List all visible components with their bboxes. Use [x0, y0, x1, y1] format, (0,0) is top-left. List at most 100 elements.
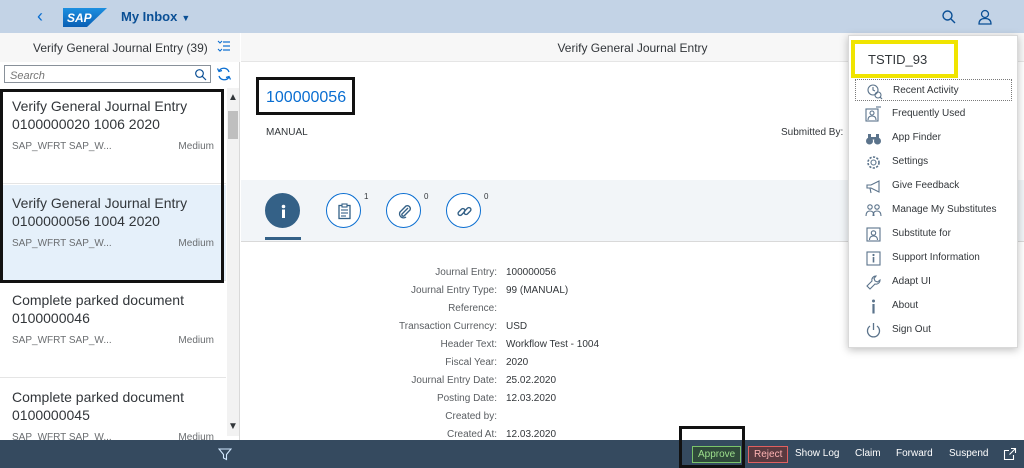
- list-scrollbar[interactable]: ▲ ▼: [227, 88, 239, 436]
- tab-links[interactable]: 0: [446, 192, 488, 228]
- field-label: Posting Date:: [436, 393, 497, 404]
- link-icon: [457, 206, 472, 217]
- user-icon[interactable]: [976, 8, 994, 26]
- master-title: Verify General Journal Entry (39): [33, 41, 208, 55]
- list-item-title: Complete parked document 0100000045: [12, 389, 184, 423]
- highlight-box-user-id: [851, 40, 958, 78]
- scrollbar-thumb[interactable]: [228, 111, 238, 139]
- menu-item-adapt-ui[interactable]: Adapt UI: [855, 271, 1012, 293]
- form-row: Created by:: [241, 408, 1024, 426]
- form-row: Posting Date: 12.03.2020: [241, 390, 1024, 408]
- tab-info[interactable]: [265, 193, 300, 228]
- list-item[interactable]: Complete parked document 0100000046 SAP_…: [0, 282, 226, 378]
- svg-text:SAP: SAP: [67, 11, 93, 25]
- back-button[interactable]: ‹: [30, 7, 50, 27]
- frequently-used-icon: [865, 106, 881, 122]
- suspend-button[interactable]: Suspend: [944, 446, 993, 463]
- refresh-icon[interactable]: [216, 66, 232, 82]
- menu-item-label: Give Feedback: [892, 180, 960, 191]
- field-label: Fiscal Year:: [445, 357, 497, 368]
- list-item-priority: Medium: [178, 335, 214, 346]
- scroll-up-icon[interactable]: ▲: [227, 92, 239, 103]
- field-label: Transaction Currency:: [399, 321, 497, 332]
- tab-notes[interactable]: 1: [326, 192, 368, 228]
- reject-button[interactable]: Reject: [748, 446, 789, 463]
- list-item-priority: Medium: [178, 432, 214, 440]
- attachment-icon: [398, 205, 411, 219]
- field-label: Created by:: [445, 411, 497, 422]
- tab-attachments[interactable]: 0: [386, 192, 428, 228]
- app-title: My Inbox: [121, 9, 178, 24]
- tab-count: 1: [364, 192, 369, 201]
- field-value: 12.03.2020: [506, 429, 557, 440]
- sap-logo[interactable]: SAP: [63, 8, 107, 27]
- highlight-box-list-items: [0, 89, 224, 283]
- megaphone-icon: [866, 180, 880, 194]
- menu-item-sign-out[interactable]: Sign Out: [855, 319, 1012, 341]
- menu-item-label: App Finder: [892, 132, 941, 143]
- about-icon: [872, 299, 875, 314]
- settings-icon: [867, 156, 880, 169]
- app-title-menu[interactable]: My Inbox ▼: [121, 9, 190, 24]
- forward-button[interactable]: Forward: [891, 446, 938, 463]
- recent-activity-icon: [867, 84, 883, 100]
- menu-item-label: Frequently Used: [892, 108, 966, 119]
- sort-icon[interactable]: [217, 40, 231, 54]
- show-log-button[interactable]: Show Log: [790, 446, 844, 463]
- field-label: Reference:: [448, 303, 497, 314]
- field-label: Journal Entry Type:: [411, 285, 497, 296]
- menu-item-label: Sign Out: [892, 324, 931, 335]
- field-label: Journal Entry:: [435, 267, 497, 278]
- substitutes-icon: [865, 204, 882, 217]
- menu-item-label: Adapt UI: [892, 276, 931, 287]
- search-field[interactable]: [4, 65, 211, 83]
- claim-button[interactable]: Claim: [850, 446, 886, 463]
- filter-icon[interactable]: [218, 447, 232, 461]
- field-value: USD: [506, 321, 528, 332]
- menu-item-label: Recent Activity: [893, 85, 959, 96]
- field-value: 99 (MANUAL): [506, 285, 569, 296]
- menu-item-about[interactable]: About: [855, 295, 1012, 317]
- menu-item-substitute-for[interactable]: Substitute for: [855, 223, 1012, 245]
- list-item-subtitle: SAP_WFRT SAP_W...: [12, 432, 112, 440]
- submitted-by-label: Submitted By:: [781, 127, 844, 138]
- form-row: Created At: 12.03.2020: [241, 426, 1024, 440]
- scroll-down-icon[interactable]: ▼: [227, 421, 239, 432]
- field-label: Journal Entry Date:: [411, 375, 497, 386]
- field-value: 2020: [506, 357, 529, 368]
- menu-item-label: Settings: [892, 156, 929, 167]
- menu-item-label: Support Information: [892, 252, 980, 263]
- tab-count: 0: [424, 192, 429, 201]
- menu-item-settings[interactable]: Settings: [855, 151, 1012, 173]
- wrench-icon: [866, 275, 881, 290]
- field-label: Header Text:: [440, 339, 497, 350]
- field-value: Workflow Test - 1004: [506, 339, 600, 350]
- highlight-box-approve: [679, 426, 745, 468]
- shell-bar: ‹ SAP My Inbox ▼: [0, 0, 1024, 33]
- search-icon[interactable]: [194, 68, 207, 81]
- menu-item-frequently-used[interactable]: Frequently Used: [855, 103, 1012, 125]
- tab-count: 0: [484, 192, 489, 201]
- active-tab-indicator: [265, 237, 301, 240]
- info-icon: [281, 204, 286, 218]
- form-row: Fiscal Year: 2020: [241, 354, 1024, 372]
- list-item[interactable]: Complete parked document 0100000045 SAP_…: [0, 379, 226, 440]
- menu-item-manage-substitutes[interactable]: Manage My Substitutes: [855, 199, 1012, 221]
- menu-item-support-information[interactable]: Support Information: [855, 247, 1012, 269]
- footer-toolbar: Approve Reject Show Log Claim Forward Su…: [0, 440, 1024, 468]
- master-header: Verify General Journal Entry (39): [0, 33, 240, 62]
- field-value: 100000056: [506, 267, 557, 278]
- search-input[interactable]: [10, 70, 190, 82]
- field-value: 12.03.2020: [506, 393, 557, 404]
- list-item-title: Complete parked document 0100000046: [12, 292, 184, 326]
- form-row: Journal Entry Date: 25.02.2020: [241, 372, 1024, 390]
- menu-item-app-finder[interactable]: App Finder: [855, 127, 1012, 149]
- menu-item-give-feedback[interactable]: Give Feedback: [855, 175, 1012, 197]
- highlight-box-object-number: [256, 77, 355, 115]
- binoculars-icon: [866, 134, 881, 145]
- search-icon[interactable]: [940, 8, 958, 26]
- share-icon[interactable]: [1003, 447, 1017, 461]
- object-type: MANUAL: [266, 127, 308, 138]
- substitute-for-icon: [866, 227, 881, 242]
- menu-item-recent-activity[interactable]: Recent Activity: [855, 79, 1012, 101]
